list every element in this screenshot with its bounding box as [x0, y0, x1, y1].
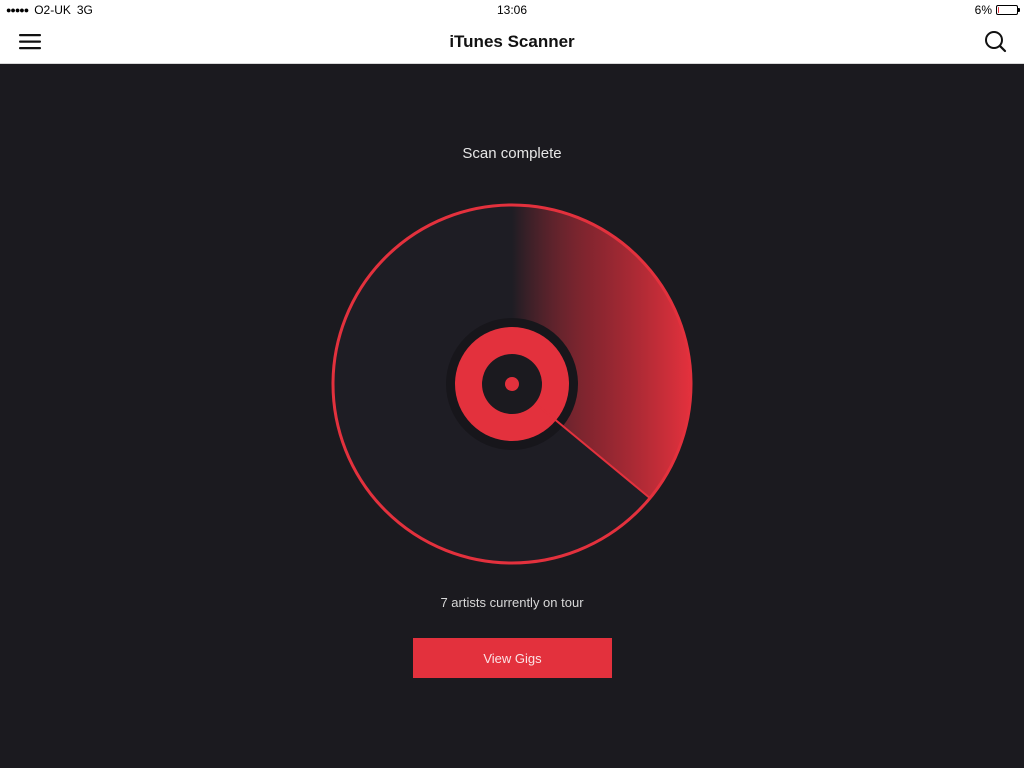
battery-fill: [998, 7, 999, 13]
search-icon: [985, 31, 1007, 53]
search-button[interactable]: [980, 28, 1010, 56]
scan-status-title: Scan complete: [462, 145, 562, 162]
scan-result-text: 7 artists currently on tour: [440, 595, 584, 610]
scan-progress-disc: [331, 203, 693, 565]
battery-percent: 6%: [974, 3, 992, 17]
status-right: 6%: [974, 3, 1020, 17]
disc-center-dot: [505, 377, 519, 391]
status-time: 13:06: [496, 3, 528, 17]
main-content: Scan complete 7 artists currently on tou…: [0, 64, 1024, 768]
page-title: iTunes Scanner: [449, 32, 575, 51]
battery-icon: [996, 5, 1020, 15]
navigation-bar: iTunes Scanner: [0, 20, 1024, 64]
status-bar: ●●●●● O2-UK 3G 13:06 6%: [0, 0, 1024, 20]
view-gigs-button[interactable]: View Gigs: [413, 638, 612, 678]
